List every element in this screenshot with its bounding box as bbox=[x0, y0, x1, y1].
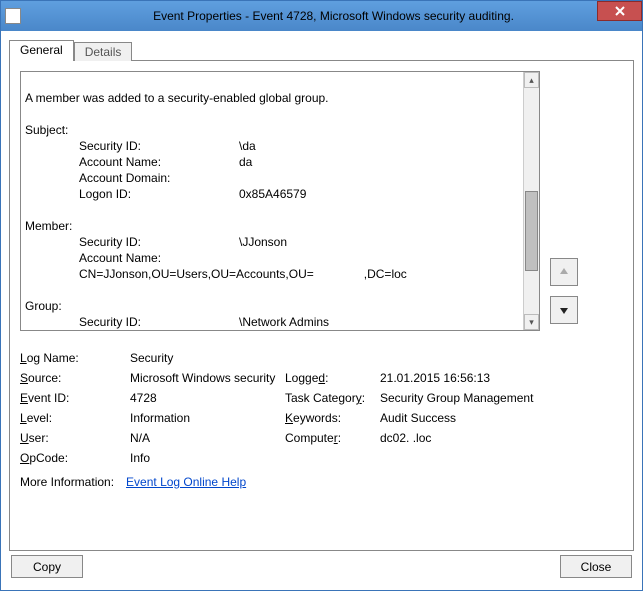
task-category-label: Task Category: bbox=[285, 391, 380, 405]
window-title: Event Properties - Event 4728, Microsoft… bbox=[29, 9, 638, 23]
dialog-footer: Copy Close bbox=[9, 551, 634, 582]
logged-value: 21.01.2015 16:56:13 bbox=[380, 371, 535, 385]
log-name-value: Security bbox=[130, 351, 285, 365]
opcode-value: Info bbox=[130, 451, 285, 465]
tab-general[interactable]: General bbox=[9, 40, 74, 61]
keywords-value: Audit Success bbox=[380, 411, 535, 425]
description-scrollbar[interactable]: ▴ ▾ bbox=[523, 72, 539, 330]
scroll-up-button[interactable]: ▴ bbox=[524, 72, 539, 88]
scroll-down-button[interactable]: ▾ bbox=[524, 314, 539, 330]
app-icon bbox=[5, 8, 21, 24]
computer-value: dc02. .loc bbox=[380, 431, 535, 445]
window-close-button[interactable] bbox=[597, 1, 642, 21]
prev-event-button[interactable] bbox=[550, 258, 578, 286]
close-button[interactable]: Close bbox=[560, 555, 632, 578]
task-category-value: Security Group Management bbox=[380, 391, 535, 405]
source-label: Source: bbox=[20, 371, 130, 385]
event-details-grid: Log Name: Security Source: Microsoft Win… bbox=[20, 351, 540, 489]
scroll-thumb[interactable] bbox=[525, 191, 538, 271]
event-log-help-link[interactable]: Event Log Online Help bbox=[126, 475, 246, 489]
source-value: Microsoft Windows security bbox=[130, 371, 285, 385]
log-name-label: Log Name: bbox=[20, 351, 130, 365]
level-value: Information bbox=[130, 411, 285, 425]
event-description-text[interactable]: A member was added to a security-enabled… bbox=[21, 72, 523, 330]
event-properties-window: Event Properties - Event 4728, Microsoft… bbox=[0, 0, 643, 591]
client-area: General Details A member was added to a … bbox=[1, 31, 642, 590]
event-id-label: Event ID: bbox=[20, 391, 130, 405]
copy-button[interactable]: Copy bbox=[11, 555, 83, 578]
event-description-box: A member was added to a security-enabled… bbox=[20, 71, 540, 331]
user-label: User: bbox=[20, 431, 130, 445]
arrow-down-icon bbox=[558, 304, 570, 316]
arrow-up-icon bbox=[558, 266, 570, 278]
nav-buttons bbox=[550, 251, 578, 331]
tab-panel-general: A member was added to a security-enabled… bbox=[9, 60, 634, 551]
next-event-button[interactable] bbox=[550, 296, 578, 324]
user-value: N/A bbox=[130, 431, 285, 445]
tab-strip: General Details bbox=[9, 39, 634, 61]
tab-details[interactable]: Details bbox=[74, 42, 133, 61]
close-icon bbox=[615, 6, 625, 16]
event-id-value: 4728 bbox=[130, 391, 285, 405]
keywords-label: Keywords: bbox=[285, 411, 380, 425]
logged-label: Logged: bbox=[285, 371, 380, 385]
titlebar[interactable]: Event Properties - Event 4728, Microsoft… bbox=[1, 1, 642, 31]
computer-label: Computer: bbox=[285, 431, 380, 445]
more-info-label: More Information: bbox=[20, 475, 114, 489]
level-label: Level: bbox=[20, 411, 130, 425]
opcode-label: OpCode: bbox=[20, 451, 130, 465]
